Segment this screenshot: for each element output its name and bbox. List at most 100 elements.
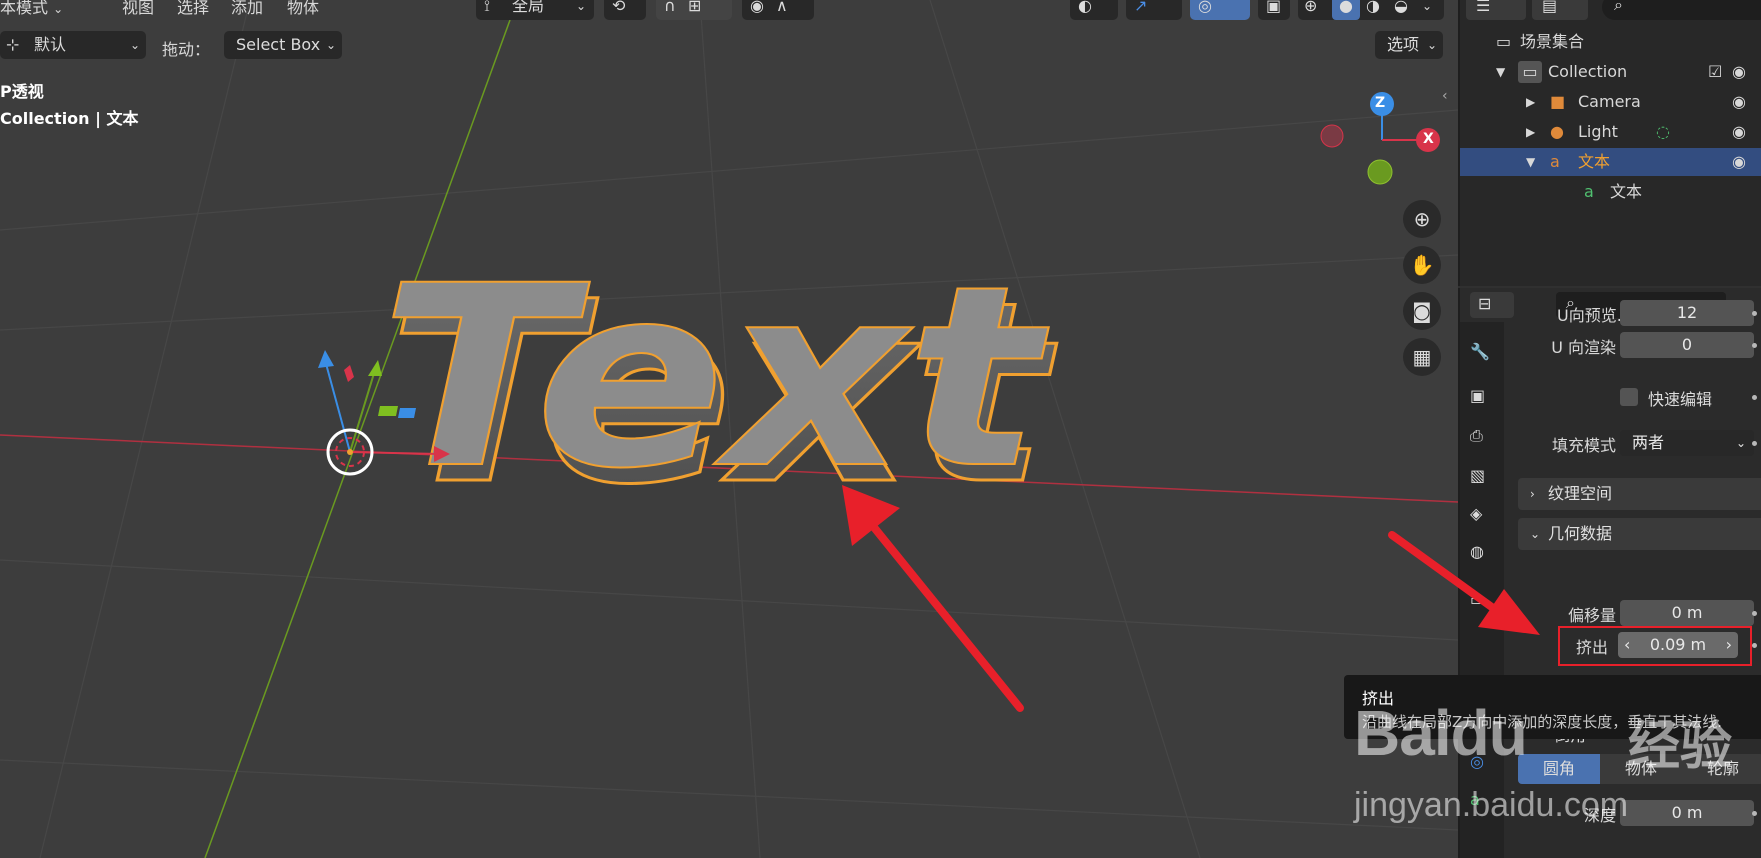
outliner-item-light[interactable]: ▶ ● Light ◌ ◉ <box>1460 118 1761 146</box>
eye-icon[interactable]: ◉ <box>1732 88 1746 116</box>
animate-dot-icon[interactable] <box>1752 395 1757 400</box>
bevel-mode-selector[interactable]: 圆角 物体 轮廓 <box>1518 754 1761 784</box>
text-data-tab-icon[interactable]: a <box>1470 790 1494 814</box>
u-render-label: U 向渲染 <box>1551 338 1616 357</box>
fill-mode-label: 填充模式 <box>1551 436 1616 455</box>
render-tab-icon[interactable]: ▣ <box>1470 386 1494 410</box>
checkbox-icon[interactable]: ☑ <box>1708 58 1722 86</box>
pivot-point-button[interactable]: ⟲ <box>604 0 646 20</box>
outliner-panel: ☰ ▤ ⌕ ▭ 场景集合 ▼ ▭ Collection ☑ ◉ ▶ ■ Came… <box>1458 0 1761 286</box>
depth-label: 深度 <box>1583 806 1616 825</box>
sidebar-toggle-icon[interactable]: ‹ <box>1442 88 1448 104</box>
pivot-icon: ⟲ <box>612 0 626 15</box>
select-box-dropdown[interactable]: Select Box ⌄ <box>224 31 342 59</box>
menu-add[interactable]: 添加 <box>231 0 263 18</box>
constraints-tab-icon[interactable]: ◎ <box>1470 752 1494 776</box>
outliner-scene-collection[interactable]: ▭ 场景集合 <box>1460 28 1761 56</box>
u-render-field[interactable]: 0 <box>1620 332 1754 358</box>
visibility-dropdown[interactable]: ◐ <box>1070 0 1118 20</box>
x-axis-label: X <box>1423 131 1434 147</box>
u-preview-field[interactable]: 12 <box>1620 300 1754 326</box>
camera-icon: ◙ <box>1412 299 1432 323</box>
proportional-edit-button[interactable]: ◉ ∧ <box>742 0 814 20</box>
animate-dot-icon[interactable] <box>1752 343 1757 348</box>
3d-cursor[interactable] <box>310 330 460 480</box>
tool-tab-icon[interactable]: 🔧 <box>1470 342 1494 366</box>
menu-select[interactable]: 选择 <box>177 0 209 18</box>
texture-space-panel-header[interactable]: › 纹理空间 <box>1518 478 1761 510</box>
editor-type-dropdown[interactable]: ☰ <box>1466 0 1526 20</box>
texture-space-label: 纹理空间 <box>1548 484 1613 503</box>
animate-dot-icon[interactable] <box>1752 611 1757 616</box>
material-shading-icon[interactable]: ◑ <box>1366 0 1380 20</box>
rendered-shading-icon[interactable]: ◒ <box>1394 0 1408 20</box>
eye-icon[interactable]: ◉ <box>1732 148 1746 176</box>
u-preview-label: U向预览... <box>1557 306 1632 325</box>
fast-edit-label: 快速编辑 <box>1648 390 1713 409</box>
wireframe-shading-icon[interactable]: ⊕ <box>1304 0 1317 20</box>
expand-arrow-icon[interactable]: ▶ <box>1526 88 1535 116</box>
fast-edit-checkbox[interactable] <box>1620 388 1638 406</box>
zoom-button[interactable]: ⊕ <box>1403 200 1441 238</box>
properties-editor-dropdown[interactable]: ⊟ <box>1470 292 1514 318</box>
animate-dot-icon[interactable] <box>1752 441 1757 446</box>
outliner-item-camera[interactable]: ▶ ■ Camera ◉ <box>1460 88 1761 116</box>
orientation-default-dropdown[interactable]: ⊹ 默认 ⌄ <box>0 31 146 59</box>
chevron-down-icon: ⌄ <box>1426 38 1437 52</box>
default-label: 默认 <box>34 35 67 54</box>
gizmo-toggle[interactable]: ↗ <box>1126 0 1182 20</box>
options-dropdown[interactable]: 选项 ⌄ <box>1375 31 1443 59</box>
outliner-search-input[interactable]: ⌕ <box>1602 0 1761 20</box>
drag-label: 拖动： <box>162 40 211 59</box>
collection-box-icon: ▭ <box>1496 32 1512 51</box>
increment-icon[interactable]: › <box>1726 632 1732 658</box>
view-layer-tab-icon[interactable]: ▧ <box>1470 466 1494 490</box>
mode-menu[interactable]: 本模式 ⌄ <box>0 0 63 18</box>
menu-object[interactable]: 物体 <box>287 0 319 18</box>
outliner-item-text[interactable]: ▼ a 文本 ◉ <box>1460 148 1761 176</box>
bevel-profile-option[interactable]: 轮廓 <box>1682 754 1761 784</box>
ortho-toggle-button[interactable]: ▦ <box>1403 338 1441 376</box>
output-tab-icon[interactable]: ⎙ <box>1470 426 1494 450</box>
outliner-item-text-data[interactable]: a 文本 <box>1460 178 1761 206</box>
z-axis-label: Z <box>1375 95 1386 111</box>
animate-dot-icon[interactable] <box>1752 643 1757 648</box>
expand-arrow-icon[interactable]: ▼ <box>1526 148 1535 176</box>
expand-arrow-icon[interactable]: ▼ <box>1496 58 1505 86</box>
hand-icon: ✋ <box>1409 253 1435 277</box>
fill-mode-value: 两者 <box>1632 433 1665 452</box>
transform-orientation-dropdown[interactable]: ⟟ 全局 ⌄ <box>476 0 594 20</box>
xray-toggle[interactable]: ▣ <box>1258 0 1290 20</box>
camera-view-button[interactable]: ◙ <box>1403 292 1441 330</box>
decrement-icon[interactable]: ‹ <box>1624 632 1630 658</box>
bevel-round-option[interactable]: 圆角 <box>1518 754 1600 784</box>
eye-icon[interactable]: ◉ <box>1732 58 1746 86</box>
eye-icon[interactable]: ◉ <box>1732 118 1746 146</box>
solid-shading-icon[interactable]: ● <box>1332 0 1360 20</box>
pan-button[interactable]: ✋ <box>1403 246 1441 284</box>
fill-mode-dropdown[interactable]: 两者 ⌄ <box>1620 430 1754 456</box>
animate-dot-icon[interactable] <box>1752 311 1757 316</box>
extrude-value: 0.09 m <box>1649 635 1707 654</box>
offset-field[interactable]: 0 m <box>1620 600 1754 626</box>
outliner-item-collection[interactable]: ▼ ▭ Collection ☑ ◉ <box>1460 58 1761 86</box>
view-perspective-label: P透视 <box>0 82 44 101</box>
expand-arrow-icon[interactable]: ▶ <box>1526 118 1535 146</box>
overlay-icon: ◎ <box>1198 0 1212 15</box>
geometry-panel-header[interactable]: ⌄ 几何数据 <box>1518 518 1761 550</box>
snap-button[interactable]: ∩ ⊞ <box>656 0 732 20</box>
depth-field[interactable]: 0 m <box>1620 800 1754 826</box>
3d-viewport[interactable]: 本模式 ⌄ 视图 选择 添加 物体 ⟟ 全局 ⌄ ⟲ ∩ ⊞ ◉ ∧ ◐ ↗ ◎ ▣… <box>0 0 1458 858</box>
orientation-label: 全局 <box>512 0 545 15</box>
chevron-down-icon: ⌄ <box>1735 436 1746 450</box>
overlay-toggle[interactable]: ◎ <box>1190 0 1250 20</box>
menu-view[interactable]: 视图 <box>122 0 154 18</box>
extrude-field[interactable]: ‹ 0.09 m › <box>1618 632 1738 658</box>
shading-modes[interactable]: ⊕ ● ◑ ◒ ⌄ <box>1298 0 1444 20</box>
bevel-object-option[interactable]: 物体 <box>1600 754 1682 784</box>
magnet-icon: ∩ <box>664 0 676 15</box>
chevron-down-icon: ⌄ <box>53 2 64 16</box>
display-mode-dropdown[interactable]: ▤ <box>1532 0 1588 20</box>
animate-dot-icon[interactable] <box>1752 811 1757 816</box>
grid-icon: ▦ <box>1412 345 1432 369</box>
